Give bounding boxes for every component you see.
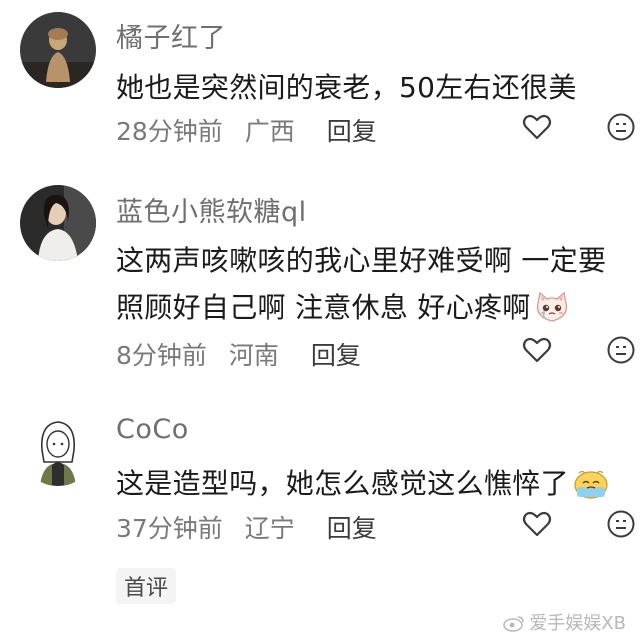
comment-text: 照顾好自己啊 注意休息 好心疼啊 — [116, 291, 531, 324]
cartoon-girl-avatar-icon — [20, 410, 96, 486]
reply-button[interactable]: 回复 — [327, 514, 377, 543]
reply-button[interactable]: 回复 — [327, 117, 377, 146]
heart-outline-icon[interactable] — [522, 335, 552, 365]
crying-cat-emoji-icon — [535, 291, 569, 330]
figurine-avatar-icon — [20, 12, 96, 88]
tired-emoji-icon — [573, 467, 609, 506]
comment-location: 广西 — [244, 117, 295, 146]
comment-text: 这是造型吗，她怎么感觉这么憔悴了 — [116, 467, 569, 500]
comment-meta: 37分钟前 辽宁 回复 — [116, 509, 391, 545]
username[interactable]: 蓝色小熊软糖ql — [116, 190, 307, 229]
comment-time: 8分钟前 — [116, 341, 207, 370]
comment-meta: 28分钟前 广西 回复 — [116, 112, 391, 148]
avatar[interactable] — [20, 185, 96, 261]
avatar[interactable] — [20, 410, 96, 486]
comment-text: 这两声咳嗽咳的我心里好难受啊 一定要 — [116, 244, 607, 277]
comment-text-line-2: 照顾好自己啊 注意休息 好心疼啊 — [116, 286, 569, 330]
heart-outline-icon[interactable] — [522, 509, 552, 539]
avatar[interactable] — [20, 12, 96, 88]
comment-time: 28分钟前 — [116, 117, 223, 146]
comment-text: 她也是突然间的衰老，50左右还很美 — [116, 71, 577, 104]
comment-meta: 8分钟前 河南 回复 — [116, 336, 375, 372]
username[interactable]: CoCo — [116, 414, 189, 445]
heart-outline-icon[interactable] — [522, 112, 552, 142]
smiley-face-icon[interactable] — [606, 509, 636, 539]
first-comment-link[interactable]: 首评 — [116, 568, 177, 604]
comment-text-line: 这是造型吗，她怎么感觉这么憔悴了 — [116, 462, 609, 506]
smiley-face-icon[interactable] — [606, 335, 636, 365]
smiley-face-icon[interactable] — [606, 112, 636, 142]
woman-photo-avatar-icon — [20, 185, 96, 261]
watermark-text: 爱手娱娱XB — [529, 613, 626, 634]
username[interactable]: 橘子红了 — [116, 16, 226, 55]
comment-location: 河南 — [228, 341, 279, 370]
weibo-logo-icon — [503, 614, 525, 637]
comment-location: 辽宁 — [244, 514, 295, 543]
reply-button[interactable]: 回复 — [311, 341, 361, 370]
comment-time: 37分钟前 — [116, 514, 223, 543]
watermark: 爱手娱娱XB — [503, 609, 626, 637]
